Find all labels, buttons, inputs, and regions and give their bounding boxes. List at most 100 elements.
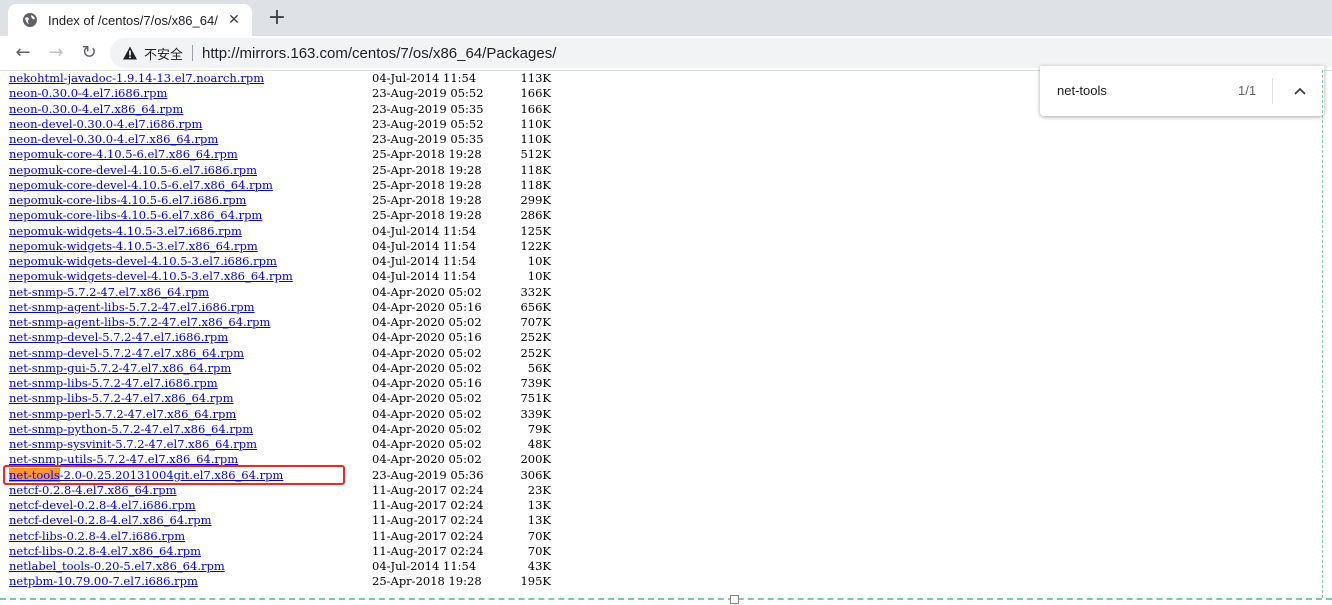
package-link[interactable]: netcf-devel-0.2.8-4.el7.i686.rpm <box>9 498 196 513</box>
file-size: 739K <box>520 376 551 390</box>
file-size: 200K <box>520 452 551 467</box>
file-size: 110K <box>520 132 551 146</box>
security-status[interactable]: 不安全 <box>144 44 183 63</box>
package-link[interactable]: nepomuk-core-4.10.5-6.el7.x86_64.rpm <box>9 147 238 162</box>
modified-date: 04-Apr-2020 05:02 <box>372 406 482 421</box>
file-size: 125K <box>520 223 551 238</box>
file-size: 10K <box>527 269 551 284</box>
forward-button[interactable]: → <box>45 42 67 64</box>
modified-date: 23-Aug-2019 05:36 <box>372 467 484 482</box>
package-link[interactable]: net-snmp-python-5.7.2-47.el7.x86_64.rpm <box>9 422 253 437</box>
package-link[interactable]: neon-0.30.0-4.el7.i686.rpm <box>9 86 167 101</box>
package-link[interactable]: nepomuk-widgets-devel-4.10.5-3.el7.x86_6… <box>9 269 293 284</box>
package-link[interactable]: net-snmp-libs-5.7.2-47.el7.i686.rpm <box>9 376 218 391</box>
modified-date: 23-Aug-2019 05:35 <box>372 101 484 116</box>
modified-date: 11-Aug-2017 02:24 <box>372 498 484 512</box>
file-size: 70K <box>527 543 551 558</box>
package-link[interactable]: netcf-libs-0.2.8-4.el7.x86_64.rpm <box>9 544 201 559</box>
file-size: 79K <box>527 421 551 436</box>
package-link[interactable]: net-snmp-utils-5.7.2-47.el7.x86_64.rpm <box>9 452 238 467</box>
modified-date: 23-Aug-2019 05:52 <box>372 86 484 101</box>
file-size: 23K <box>527 482 551 497</box>
package-link[interactable]: nepomuk-core-devel-4.10.5-6.el7.x86_64.r… <box>9 178 273 193</box>
page-content: nekohtml-javadoc-1.9.14-13.el7.noarch.rp… <box>0 71 1332 596</box>
package-link[interactable]: nepomuk-core-devel-4.10.5-6.el7.i686.rpm <box>9 163 257 178</box>
modified-date: 25-Apr-2018 19:28 <box>372 177 482 192</box>
find-input[interactable]: net-tools <box>1057 83 1107 98</box>
package-link[interactable]: netpbm-10.79.00-7.el7.i686.rpm <box>9 574 198 589</box>
file-size: 286K <box>520 208 551 223</box>
package-link[interactable]: nekohtml-javadoc-1.9.14-13.el7.noarch.rp… <box>9 71 264 86</box>
modified-date: 04-Apr-2020 05:02 <box>372 345 482 360</box>
package-link[interactable]: net-snmp-devel-5.7.2-47.el7.x86_64.rpm <box>9 346 244 361</box>
file-size: 48K <box>527 437 551 451</box>
package-link[interactable]: net-snmp-agent-libs-5.7.2-47.el7.i686.rp… <box>9 300 255 315</box>
modified-date: 04-Apr-2020 05:16 <box>372 330 482 345</box>
package-link[interactable]: nepomuk-widgets-4.10.5-3.el7.i686.rpm <box>9 224 242 239</box>
package-link[interactable]: net-snmp-devel-5.7.2-47.el7.i686.rpm <box>9 330 228 345</box>
file-size: 707K <box>520 315 551 329</box>
package-link[interactable]: neon-0.30.0-4.el7.x86_64.rpm <box>9 102 183 117</box>
modified-date: 23-Aug-2019 05:52 <box>372 116 484 131</box>
file-size: 56K <box>527 360 551 375</box>
tab-strip: Index of /centos/7/os/x86_64/ ✕ + <box>0 0 1332 36</box>
package-link[interactable]: netlabel_tools-0.20-5.el7.x86_64.rpm <box>9 559 225 574</box>
package-link[interactable]: nepomuk-core-libs-4.10.5-6.el7.i686.rpm <box>9 193 246 208</box>
url-text[interactable]: http://mirrors.163.com/centos/7/os/x86_6… <box>202 45 556 62</box>
file-size: 195K <box>520 574 551 589</box>
file-size: 110K <box>520 116 551 131</box>
address-bar[interactable]: 不安全 http://mirrors.163.com/centos/7/os/x… <box>110 38 1332 68</box>
package-link[interactable]: neon-devel-0.30.0-4.el7.i686.rpm <box>9 117 202 132</box>
package-link-rest: -2.0-0.25.20131004git.el7.x86_64.rpm <box>59 467 284 482</box>
file-size: 10K <box>527 254 551 268</box>
modified-date: 25-Apr-2018 19:28 <box>372 162 482 177</box>
modified-date: 25-Apr-2018 19:28 <box>372 208 482 223</box>
find-match-count: 1/1 <box>1238 83 1257 98</box>
file-size: 512K <box>520 147 551 162</box>
file-size: 13K <box>527 513 551 528</box>
tab-active[interactable]: Index of /centos/7/os/x86_64/ ✕ <box>8 4 252 36</box>
package-link[interactable]: nepomuk-widgets-4.10.5-3.el7.x86_64.rpm <box>9 239 258 254</box>
file-size: 166K <box>520 101 551 116</box>
modified-date: 04-Jul-2014 11:54 <box>372 254 477 268</box>
modified-date: 04-Apr-2020 05:16 <box>372 376 482 390</box>
modified-date: 04-Apr-2020 05:02 <box>372 284 482 299</box>
modified-date: 04-Apr-2020 05:02 <box>372 315 482 329</box>
package-link[interactable]: net-snmp-libs-5.7.2-47.el7.x86_64.rpm <box>9 391 234 406</box>
file-size: 122K <box>520 238 551 253</box>
capture-edge-right <box>1322 70 1332 598</box>
file-size: 70K <box>527 528 551 543</box>
modified-date: 11-Aug-2017 02:24 <box>372 543 484 558</box>
modified-date: 04-Apr-2020 05:02 <box>372 437 482 451</box>
reload-button[interactable]: ↻ <box>78 42 100 64</box>
new-tab-button[interactable]: + <box>266 7 288 29</box>
warning-triangle-icon[interactable] <box>122 45 138 61</box>
modified-date: 23-Aug-2019 05:35 <box>372 132 484 146</box>
capture-handle[interactable] <box>730 595 739 604</box>
package-link[interactable]: netcf-0.2.8-4.el7.x86_64.rpm <box>9 483 177 498</box>
package-link[interactable]: net-snmp-sysvinit-5.7.2-47.el7.x86_64.rp… <box>9 437 257 452</box>
modified-date: 25-Apr-2018 19:28 <box>372 574 482 589</box>
package-link[interactable]: net-snmp-5.7.2-47.el7.x86_64.rpm <box>9 285 209 300</box>
modified-date: 25-Apr-2018 19:28 <box>372 147 482 162</box>
package-link[interactable]: netcf-devel-0.2.8-4.el7.x86_64.rpm <box>9 513 212 528</box>
package-link[interactable]: net-snmp-agent-libs-5.7.2-47.el7.x86_64.… <box>9 315 270 330</box>
package-link[interactable]: net-snmp-gui-5.7.2-47.el7.x86_64.rpm <box>9 361 231 376</box>
close-tab-button[interactable]: ✕ <box>226 12 242 28</box>
package-link[interactable]: net-snmp-perl-5.7.2-47.el7.x86_64.rpm <box>9 407 236 422</box>
package-link[interactable]: net-tools-2.0-0.25.20131004git.el7.x86_6… <box>9 467 284 483</box>
modified-date: 11-Aug-2017 02:24 <box>372 528 484 543</box>
package-link[interactable]: nepomuk-widgets-devel-4.10.5-3.el7.i686.… <box>9 254 277 269</box>
back-button[interactable]: ← <box>12 42 34 64</box>
find-match-highlight: net-tools <box>9 467 60 482</box>
package-link[interactable]: netcf-libs-0.2.8-4.el7.i686.rpm <box>9 529 185 544</box>
modified-date: 04-Apr-2020 05:02 <box>372 421 482 436</box>
file-size: 656K <box>520 299 551 314</box>
modified-date: 25-Apr-2018 19:28 <box>372 193 482 207</box>
find-divider <box>1272 78 1273 104</box>
package-link[interactable]: nepomuk-core-libs-4.10.5-6.el7.x86_64.rp… <box>9 208 262 223</box>
file-size: 306K <box>520 467 551 482</box>
chevron-up-icon[interactable] <box>1290 81 1310 101</box>
file-size: 166K <box>520 86 551 101</box>
package-link[interactable]: neon-devel-0.30.0-4.el7.x86_64.rpm <box>9 132 218 147</box>
